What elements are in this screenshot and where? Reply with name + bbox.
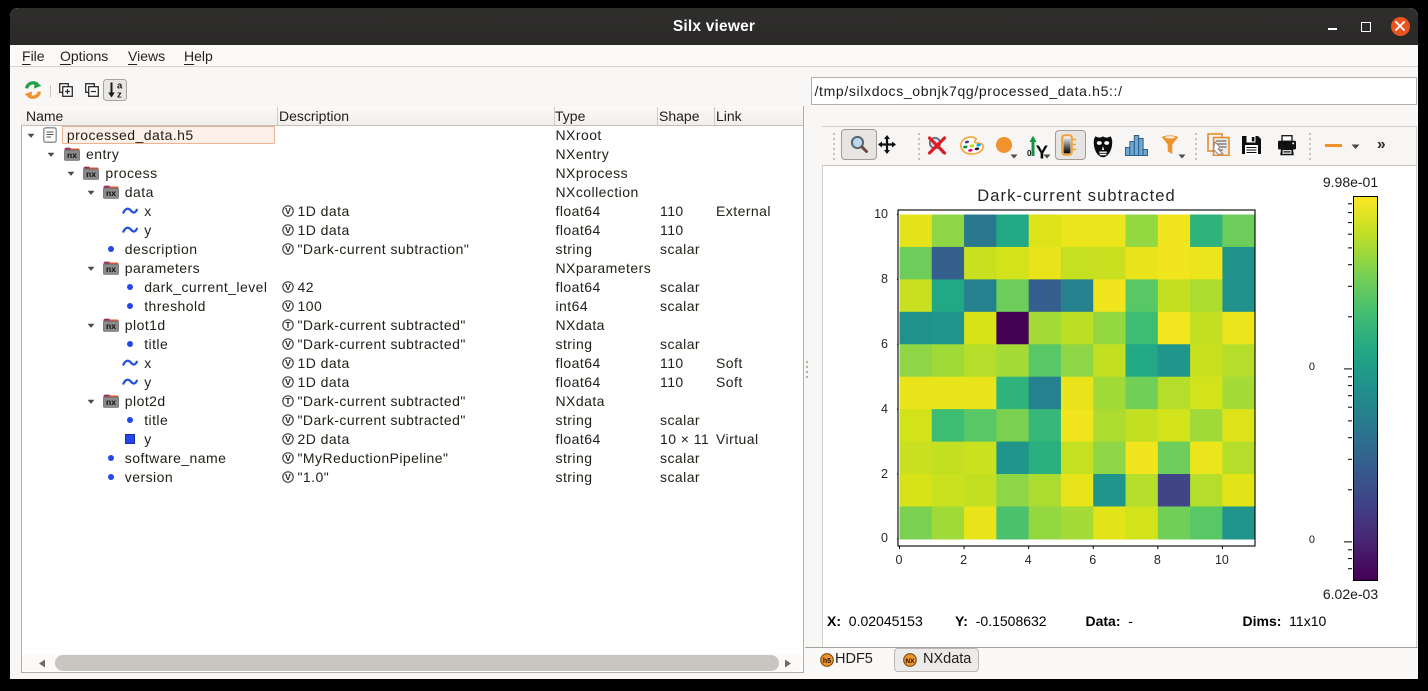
svg-text:nx: nx <box>67 150 77 160</box>
svg-text:V: V <box>285 377 291 387</box>
svg-text:0: 0 <box>1027 149 1032 158</box>
svg-text:V: V <box>285 244 291 254</box>
svg-text:V: V <box>285 472 291 482</box>
svg-text:nx: nx <box>86 169 96 179</box>
svg-text:V: V <box>285 358 291 368</box>
svg-text:nx: nx <box>106 188 116 198</box>
svg-text:V: V <box>285 415 291 425</box>
svg-text:V: V <box>285 301 291 311</box>
svg-text:z: z <box>117 90 122 101</box>
svg-text:NX: NX <box>905 657 915 664</box>
svg-text:V: V <box>285 206 291 216</box>
svg-text:V: V <box>285 434 291 444</box>
svg-text:V: V <box>285 225 291 235</box>
svg-text:V: V <box>285 339 291 349</box>
svg-text:V: V <box>285 453 291 463</box>
svg-text:V: V <box>285 282 291 292</box>
svg-text:T: T <box>285 320 291 330</box>
svg-text:nx: nx <box>106 264 116 274</box>
svg-text:nx: nx <box>106 321 116 331</box>
svg-text:h5: h5 <box>823 658 831 665</box>
svg-text:nx: nx <box>106 397 116 407</box>
svg-text:T: T <box>285 396 291 406</box>
